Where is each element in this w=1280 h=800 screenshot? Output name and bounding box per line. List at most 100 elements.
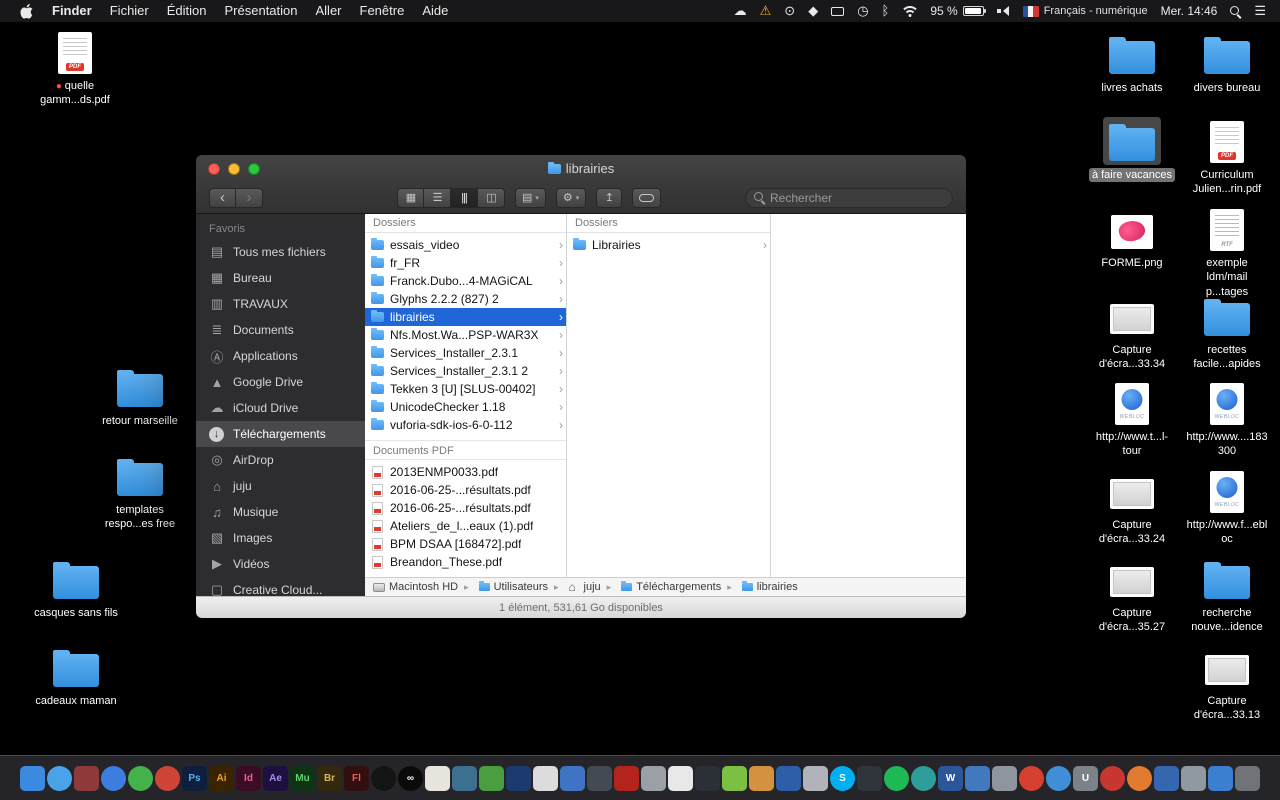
- menu-item[interactable]: Fichier: [101, 0, 158, 22]
- folder-row[interactable]: fr_FR ›: [365, 254, 566, 272]
- pdf-row[interactable]: 2013ENMP0033.pdf: [365, 463, 566, 481]
- bluetooth-icon[interactable]: ᛒ: [882, 0, 890, 22]
- dock-app-icon[interactable]: [425, 766, 450, 791]
- dock-app-icon[interactable]: [1046, 766, 1071, 791]
- volume-icon[interactable]: [997, 6, 1010, 17]
- sidebar-item[interactable]: ♫ Musique: [196, 499, 365, 525]
- time-machine-icon[interactable]: ◷: [857, 0, 868, 22]
- dock-app-icon[interactable]: [722, 766, 747, 791]
- dock-app-icon[interactable]: [641, 766, 666, 791]
- folder-row[interactable]: librairies ›: [365, 308, 566, 326]
- apple-menu-icon[interactable]: [20, 4, 33, 19]
- coverflow-view-button[interactable]: ◫: [478, 188, 505, 208]
- desktop-icon[interactable]: quelle gamm...ds.pdf: [30, 28, 120, 108]
- dock-app-icon[interactable]: [47, 766, 72, 791]
- path-bar-item[interactable]: Téléchargements: [601, 581, 722, 593]
- desktop-icon[interactable]: livres achats: [1087, 30, 1177, 95]
- dock-app-icon[interactable]: [1154, 766, 1179, 791]
- desktop-icon[interactable]: Curriculum Julien...rin.pdf: [1182, 117, 1272, 197]
- dock-app-icon[interactable]: [20, 766, 45, 791]
- dock-app-icon[interactable]: [101, 766, 126, 791]
- sidebar-item[interactable]: ↓ Téléchargements: [196, 421, 365, 447]
- sidebar-item[interactable]: ▲ Google Drive: [196, 369, 365, 395]
- status-icon-4[interactable]: ◆: [808, 0, 818, 22]
- sidebar-item[interactable]: ▶ Vidéos: [196, 551, 365, 577]
- wifi-icon[interactable]: [902, 6, 917, 17]
- dock-app-icon[interactable]: [479, 766, 504, 791]
- minimize-button[interactable]: [228, 163, 240, 175]
- column-view-button[interactable]: |||: [451, 188, 478, 208]
- input-language-menu[interactable]: Français - numérique: [1023, 5, 1148, 17]
- display-status-icon[interactable]: [831, 7, 844, 16]
- pdf-row[interactable]: Ateliers_de_l...eaux (1).pdf: [365, 517, 566, 535]
- dock-app-icon[interactable]: Ai: [209, 766, 234, 791]
- dock-app-icon[interactable]: [155, 766, 180, 791]
- dock-app-icon[interactable]: [992, 766, 1017, 791]
- folder-row[interactable]: Tekken 3 [U] [SLUS-00402] ›: [365, 380, 566, 398]
- dock-app-icon[interactable]: [1019, 766, 1044, 791]
- dock-app-icon[interactable]: [911, 766, 936, 791]
- dock-app-icon[interactable]: [857, 766, 882, 791]
- folder-row[interactable]: Franck.Dubo...4-MAGiCAL ›: [365, 272, 566, 290]
- desktop-icon[interactable]: recettes facile...apides: [1182, 292, 1272, 372]
- arrange-button[interactable]: ▤ ▾: [515, 188, 546, 208]
- dock-app-icon[interactable]: S: [830, 766, 855, 791]
- dock-app-icon[interactable]: Mu: [290, 766, 315, 791]
- tags-button[interactable]: [632, 188, 661, 208]
- notification-center-icon[interactable]: ☰: [1254, 0, 1266, 22]
- dock-app-icon[interactable]: Br: [317, 766, 342, 791]
- path-bar-item[interactable]: juju: [548, 581, 601, 593]
- sidebar-item[interactable]: ▧ Images: [196, 525, 365, 551]
- sidebar-item[interactable]: ⌂ juju: [196, 473, 365, 499]
- dock-app-icon[interactable]: [1100, 766, 1125, 791]
- list-view-button[interactable]: ☰: [424, 188, 451, 208]
- icon-view-button[interactable]: ▦: [397, 188, 424, 208]
- dock-app-icon[interactable]: [506, 766, 531, 791]
- battery-indicator[interactable]: 95 %: [930, 4, 983, 18]
- folder-row[interactable]: essais_video ›: [365, 236, 566, 254]
- folder-row[interactable]: Services_Installer_2.3.1 ›: [365, 344, 566, 362]
- folder-row[interactable]: Librairies ›: [567, 236, 770, 254]
- action-button[interactable]: ⚙ ▾: [556, 188, 586, 208]
- dock-app-icon[interactable]: [452, 766, 477, 791]
- dock-app-icon[interactable]: [1208, 766, 1233, 791]
- desktop-icon[interactable]: templates respo...es free: [95, 452, 185, 532]
- folder-row[interactable]: Services_Installer_2.3.1 2 ›: [365, 362, 566, 380]
- pdf-row[interactable]: BPM DSAA [168472].pdf: [365, 535, 566, 553]
- window-titlebar[interactable]: librairies: [196, 155, 966, 182]
- folder-row[interactable]: Glyphs 2.2.2 (827) 2 ›: [365, 290, 566, 308]
- dock-app-icon[interactable]: Ps: [182, 766, 207, 791]
- dock-app-icon[interactable]: [1235, 766, 1260, 791]
- dock-app-icon[interactable]: [803, 766, 828, 791]
- dock-app-icon[interactable]: [614, 766, 639, 791]
- cloud-status-icon[interactable]: ☁: [734, 0, 747, 22]
- desktop-icon[interactable]: casques sans fils: [31, 555, 121, 620]
- menu-bar-clock[interactable]: Mer. 14:46: [1161, 4, 1218, 18]
- dock-app-icon[interactable]: [668, 766, 693, 791]
- desktop-icon[interactable]: Capture d'écra...33.24: [1087, 467, 1177, 547]
- path-bar-item[interactable]: Utilisateurs: [458, 581, 548, 593]
- dock-app-icon[interactable]: Ae: [263, 766, 288, 791]
- dock-app-icon[interactable]: [1127, 766, 1152, 791]
- dock-app-icon[interactable]: [749, 766, 774, 791]
- dock-app-icon[interactable]: [776, 766, 801, 791]
- forward-button[interactable]: ›: [236, 188, 263, 208]
- desktop-icon[interactable]: cadeaux maman: [31, 643, 121, 708]
- dock-app-icon[interactable]: [695, 766, 720, 791]
- dock-app-icon[interactable]: U: [1073, 766, 1098, 791]
- desktop-icon[interactable]: Capture d'écra...33.13: [1182, 643, 1272, 723]
- dock-app-icon[interactable]: [1181, 766, 1206, 791]
- desktop-icon[interactable]: exemple ldm/mail p...tages: [1182, 205, 1272, 299]
- pdf-row[interactable]: 2016-06-25-...résultats.pdf: [365, 481, 566, 499]
- dock-app-icon[interactable]: Fl: [344, 766, 369, 791]
- search-field[interactable]: [745, 188, 953, 208]
- pdf-row[interactable]: 2016-06-25-...résultats.pdf: [365, 499, 566, 517]
- desktop-icon[interactable]: divers bureau: [1182, 30, 1272, 95]
- sidebar-item[interactable]: ◎ AirDrop: [196, 447, 365, 473]
- dock-app-icon[interactable]: [560, 766, 585, 791]
- menu-item[interactable]: Présentation: [216, 0, 307, 22]
- close-button[interactable]: [208, 163, 220, 175]
- dock-app-icon[interactable]: [587, 766, 612, 791]
- sidebar-item[interactable]: Ⓐ Applications: [196, 343, 365, 369]
- desktop-icon[interactable]: FORME.png: [1087, 205, 1177, 270]
